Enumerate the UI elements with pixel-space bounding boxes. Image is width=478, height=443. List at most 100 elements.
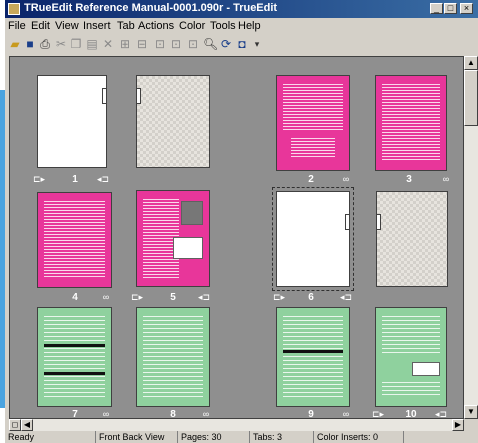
insert-tab-icon[interactable]: ⊟ xyxy=(135,37,149,51)
page-1-thumbnail[interactable] xyxy=(37,75,107,168)
scroll-right-button[interactable]: ▶ xyxy=(452,419,464,431)
window-title: TRueEdit Reference Manual-0001.090r - Tr… xyxy=(24,2,278,14)
page-text xyxy=(291,138,335,158)
link-icon[interactable]: ∞ xyxy=(100,292,112,302)
page-4-thumbnail[interactable] xyxy=(37,192,112,288)
open-icon[interactable]: ▰ xyxy=(8,37,22,51)
page-7-thumbnail[interactable] xyxy=(37,307,112,407)
page-number: 7 xyxy=(72,409,78,419)
status-color-inserts: Color Inserts: 0 xyxy=(313,431,403,443)
page-back-thumbnail[interactable] xyxy=(136,75,210,168)
paste-icon[interactable]: ▤ xyxy=(85,37,99,51)
page-text xyxy=(382,84,440,162)
page-view-icon[interactable]: ◻ xyxy=(9,419,21,431)
page-text xyxy=(283,316,343,398)
page-figure xyxy=(173,237,203,259)
menu-help[interactable]: Help xyxy=(238,20,261,32)
insert-right-icon[interactable]: ◂⊐ xyxy=(97,174,109,184)
page-rule xyxy=(44,372,105,375)
scroll-left-button[interactable]: ◀ xyxy=(21,419,33,431)
close-button[interactable]: × xyxy=(460,3,473,14)
page-3-thumbnail[interactable] xyxy=(375,75,447,171)
menu-actions[interactable]: Actions xyxy=(138,20,174,32)
maximize-button[interactable]: □ xyxy=(444,3,457,14)
tab-marker xyxy=(102,88,106,104)
insert-page-icon[interactable]: ⊞ xyxy=(118,37,132,51)
page-text xyxy=(143,316,203,398)
menu-tools[interactable]: Tools xyxy=(210,20,236,32)
vertical-scrollbar[interactable]: ▲ ▼ xyxy=(464,56,478,419)
page-text xyxy=(382,382,440,398)
scroll-thumb[interactable] xyxy=(464,70,478,126)
print-icon[interactable]: ⎙ xyxy=(38,37,52,51)
title-bar[interactable]: TRueEdit Reference Manual-0001.090r - Tr… xyxy=(5,0,478,18)
scroll-down-button[interactable]: ▼ xyxy=(464,405,478,419)
zoom-icon[interactable]: 🔍︎ xyxy=(203,37,218,51)
page-back-thumbnail[interactable] xyxy=(376,191,448,287)
page-number: 4 xyxy=(72,292,78,303)
minimize-button[interactable]: _ xyxy=(430,3,443,14)
save-icon[interactable]: ■ xyxy=(23,37,37,51)
page-5-thumbnail[interactable] xyxy=(136,190,210,287)
menu-edit[interactable]: Edit xyxy=(31,20,50,32)
menu-view[interactable]: View xyxy=(55,20,79,32)
horizontal-scrollbar[interactable]: ◻ ◀ ▶ xyxy=(9,419,464,431)
status-empty xyxy=(403,431,478,443)
page-figure xyxy=(181,201,203,225)
page-number: 10 xyxy=(405,409,417,419)
cut-icon[interactable]: ✂ xyxy=(54,37,68,51)
dropdown-icon[interactable]: ▾ xyxy=(250,37,264,51)
menu-insert[interactable]: Insert xyxy=(83,20,111,32)
menu-bar: File Edit View Insert Tab Actions Color … xyxy=(5,18,478,35)
status-tabs: Tabs: 3 xyxy=(249,431,313,443)
menu-color[interactable]: Color xyxy=(179,20,205,32)
page-9-thumbnail[interactable] xyxy=(276,307,350,407)
page-number: 5 xyxy=(170,292,176,303)
page-2-thumbnail[interactable] xyxy=(276,75,350,171)
insert-right-icon[interactable]: ◂⊐ xyxy=(198,292,210,302)
link-icon[interactable]: ∞ xyxy=(340,409,352,418)
page-text xyxy=(283,84,343,130)
status-ready: Ready xyxy=(8,432,35,442)
scroll-up-button[interactable]: ▲ xyxy=(464,56,478,70)
app-icon[interactable] xyxy=(8,3,20,15)
status-pages: Pages: 30 xyxy=(177,431,249,443)
page-rule xyxy=(44,344,105,347)
page-number: 8 xyxy=(170,409,176,419)
tab-a-icon[interactable]: ⊡ xyxy=(153,37,167,51)
page-rule xyxy=(283,350,343,353)
page-text xyxy=(44,201,105,279)
page-figure xyxy=(412,362,440,376)
tab-marker xyxy=(377,214,381,230)
page-text xyxy=(44,316,105,398)
insert-right-icon[interactable]: ◂⊐ xyxy=(435,409,447,418)
tab-marker xyxy=(137,88,141,104)
delete-icon[interactable]: ✕ xyxy=(101,37,115,51)
tab-c-icon[interactable]: ⊡ xyxy=(186,37,200,51)
link-icon[interactable]: ∞ xyxy=(440,174,452,184)
page-text xyxy=(382,316,440,356)
page-8-thumbnail[interactable] xyxy=(136,307,210,407)
link-icon[interactable]: ∞ xyxy=(100,409,112,418)
link-icon[interactable]: ∞ xyxy=(340,174,352,184)
insert-left-icon[interactable]: ⊏▸ xyxy=(33,174,45,184)
insert-left-icon[interactable]: ⊏▸ xyxy=(372,409,384,418)
menu-tab[interactable]: Tab xyxy=(117,20,135,32)
toolbar: ▰ ■ ⎙ ✂ ❐ ▤ ✕ ⊞ ⊟ ⊡ ⊡ ⊡ 🔍︎ ⟳ ◘ ▾ xyxy=(5,35,478,55)
link-icon[interactable]: ∞ xyxy=(200,409,212,418)
page-number: 9 xyxy=(308,409,314,419)
refresh-icon[interactable]: ⟳ xyxy=(219,37,233,51)
copy-icon[interactable]: ❐ xyxy=(69,37,83,51)
page-number: 2 xyxy=(308,174,314,185)
page-view-canvas[interactable]: 1 ⊏▸ ◂⊐ 2 ∞ 3 ∞ 4 ∞ 5 ⊏▸ ◂⊐ 6 ⊏▸ ◂⊐ 7 ∞ … xyxy=(9,56,464,419)
page-number: 3 xyxy=(406,174,412,185)
view-icon[interactable]: ◘ xyxy=(235,37,249,51)
page-number: 6 xyxy=(308,292,314,303)
insert-left-icon[interactable]: ⊏▸ xyxy=(273,292,285,302)
insert-right-icon[interactable]: ◂⊐ xyxy=(340,292,352,302)
tab-b-icon[interactable]: ⊡ xyxy=(169,37,183,51)
menu-file[interactable]: File xyxy=(8,20,26,32)
page-10-thumbnail[interactable] xyxy=(375,307,447,407)
page-6-thumbnail[interactable] xyxy=(272,187,354,291)
insert-left-icon[interactable]: ⊏▸ xyxy=(131,292,143,302)
